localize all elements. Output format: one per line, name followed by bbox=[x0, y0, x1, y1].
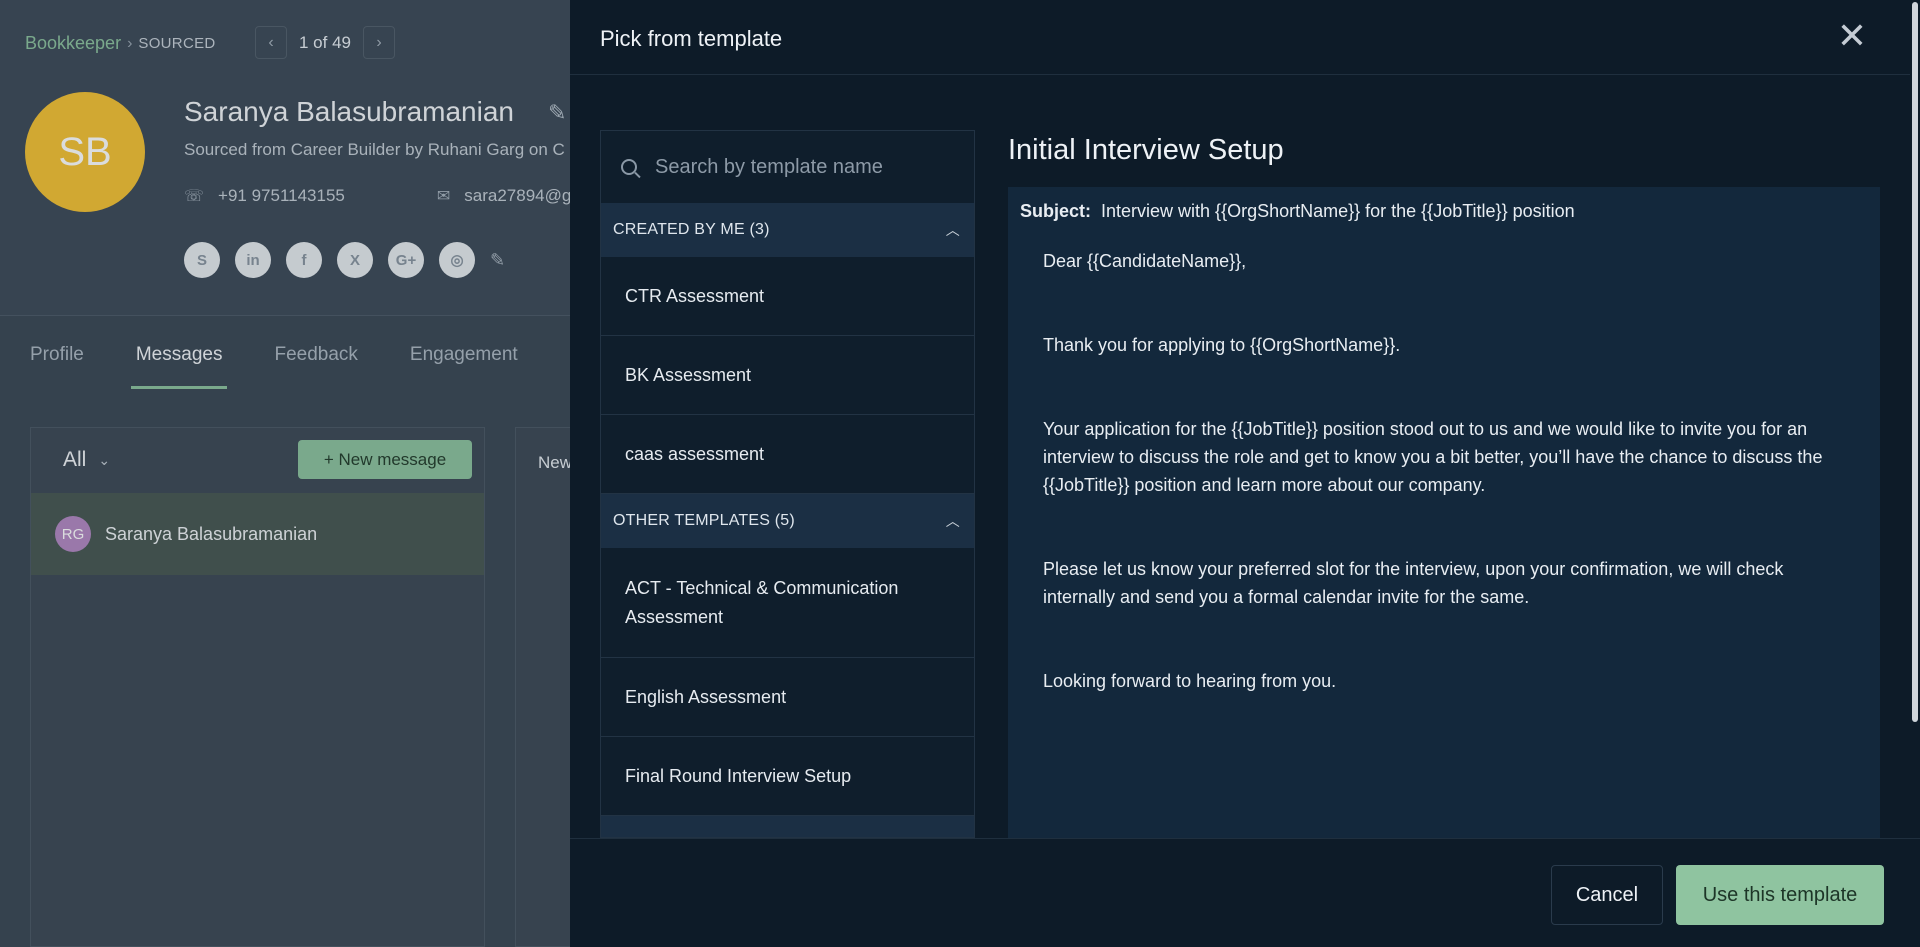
close-icon[interactable]: ✕ bbox=[1835, 18, 1869, 54]
template-list-panel: CREATED BY ME (3) ︿ CTR Assessment BK As… bbox=[600, 130, 975, 838]
preview-paragraph: Looking forward to hearing from you. bbox=[1043, 671, 1337, 691]
group-label: OTHER TEMPLATES (5) bbox=[613, 512, 795, 529]
preview-subject: Subject: Interview with {{OrgShortName}} … bbox=[1020, 201, 1575, 222]
use-template-button[interactable]: Use this template bbox=[1676, 865, 1884, 925]
preview-paragraph: Your application for the {{JobTitle}} po… bbox=[1043, 419, 1823, 495]
drawer-title: Pick from template bbox=[600, 26, 783, 51]
template-groups: CREATED BY ME (3) ︿ CTR Assessment BK As… bbox=[601, 203, 974, 837]
template-item-act-assessment[interactable]: ACT - Technical & Communication Assessme… bbox=[601, 548, 974, 658]
drawer-footer: Cancel Use this template bbox=[570, 838, 1920, 947]
template-search bbox=[601, 131, 974, 203]
template-item-ctr-assessment[interactable]: CTR Assessment bbox=[601, 257, 974, 336]
chevron-up-icon: ︿ bbox=[945, 222, 960, 238]
drawer-header: Pick from template ✕ bbox=[570, 0, 1920, 75]
template-picker-drawer: Pick from template ✕ CREATED BY ME (3) ︿… bbox=[570, 0, 1920, 947]
preview-paragraph: Please let us know your preferred slot f… bbox=[1043, 559, 1784, 607]
template-search-input[interactable] bbox=[655, 155, 955, 179]
template-item-selected[interactable] bbox=[601, 816, 974, 837]
cancel-button[interactable]: Cancel bbox=[1551, 865, 1663, 925]
subject-label: Subject: bbox=[1020, 201, 1092, 221]
group-header-other-templates[interactable]: OTHER TEMPLATES (5) ︿ bbox=[601, 494, 974, 548]
template-item-final-round[interactable]: Final Round Interview Setup bbox=[601, 737, 974, 816]
template-item-english-assessment[interactable]: English Assessment bbox=[601, 658, 974, 737]
subject-text: Interview with {{OrgShortName}} for the … bbox=[1101, 201, 1575, 221]
preview-title: Initial Interview Setup bbox=[1008, 134, 1284, 166]
template-preview: Subject: Interview with {{OrgShortName}} … bbox=[1008, 187, 1880, 838]
group-header-created-by-me[interactable]: CREATED BY ME (3) ︿ bbox=[601, 203, 974, 257]
template-item-bk-assessment[interactable]: BK Assessment bbox=[601, 336, 974, 415]
search-icon bbox=[621, 159, 637, 175]
template-item-caas-assessment[interactable]: caas assessment bbox=[601, 415, 974, 494]
group-label: CREATED BY ME (3) bbox=[613, 221, 770, 238]
preview-paragraph: Dear {{CandidateName}}, bbox=[1043, 251, 1247, 271]
drawer-scrollbar-thumb[interactable] bbox=[1912, 2, 1918, 722]
preview-body: Dear {{CandidateName}}, Thank you for ap… bbox=[1043, 247, 1853, 751]
chevron-up-icon: ︿ bbox=[945, 513, 960, 529]
preview-paragraph: Thank you for applying to {{OrgShortName… bbox=[1043, 335, 1401, 355]
